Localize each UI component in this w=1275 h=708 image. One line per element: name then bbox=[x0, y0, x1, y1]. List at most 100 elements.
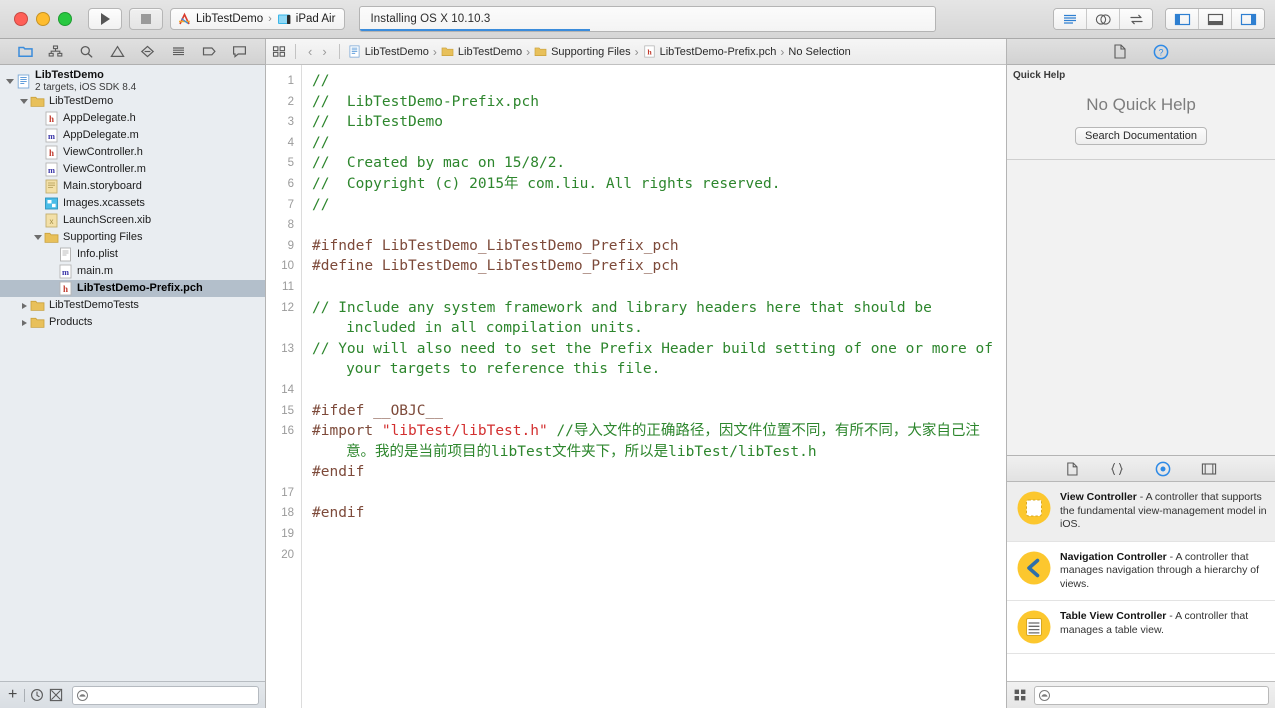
version-editor-icon bbox=[1129, 14, 1143, 24]
maximize-window-button[interactable] bbox=[58, 12, 72, 26]
scheme-selector[interactable]: LibTestDemo › iPad Air bbox=[170, 8, 346, 30]
toggle-debug-area-button[interactable] bbox=[1199, 9, 1232, 29]
sidebar-item-issue-navigator[interactable] bbox=[106, 43, 128, 61]
breadcrumb-separator: › bbox=[780, 44, 785, 59]
code-token-preprocessor: #import bbox=[312, 423, 382, 440]
tree-row[interactable]: Info.plist bbox=[0, 246, 265, 263]
sidebar-item-symbol-navigator[interactable] bbox=[45, 43, 67, 61]
disclosure-triangle-icon[interactable] bbox=[4, 78, 16, 84]
code-line: #define LibTestDemo_LibTestDemo_Prefix_p… bbox=[312, 256, 1006, 277]
tab-media-library[interactable] bbox=[1201, 462, 1217, 476]
search-documentation-button[interactable]: Search Documentation bbox=[1075, 127, 1207, 145]
tree-row[interactable]: Main.storyboard bbox=[0, 178, 265, 195]
project-navigator-tree[interactable]: LibTestDemo 2 targets, iOS SDK 8.4 LibTest… bbox=[0, 65, 265, 681]
tree-row-project[interactable]: LibTestDemo 2 targets, iOS SDK 8.4 bbox=[0, 69, 265, 93]
library-item-name: View Controller bbox=[1060, 491, 1137, 503]
xib-icon: x bbox=[44, 213, 59, 228]
divider bbox=[24, 688, 26, 702]
tree-row[interactable]: m main.m bbox=[0, 263, 265, 280]
toggle-navigator-button[interactable] bbox=[1166, 9, 1199, 29]
version-editor-button[interactable] bbox=[1120, 9, 1152, 29]
disclosure-triangle-icon[interactable] bbox=[18, 319, 30, 326]
breadcrumb-item[interactable]: h LibTestDemo-Prefix.pch bbox=[643, 45, 776, 58]
sidebar-item-project-navigator[interactable] bbox=[14, 43, 36, 61]
svg-text:m: m bbox=[48, 132, 55, 141]
minimize-window-button[interactable] bbox=[36, 12, 50, 26]
toggle-utilities-button[interactable] bbox=[1232, 9, 1264, 29]
tab-file-template-library[interactable] bbox=[1066, 461, 1079, 476]
breadcrumb-item[interactable]: LibTestDemo bbox=[441, 45, 522, 58]
breadcrumb-item[interactable]: No Selection bbox=[788, 46, 850, 58]
sidebar-item-report-navigator[interactable] bbox=[229, 43, 251, 61]
line-number: 15 bbox=[281, 404, 294, 417]
recent-files-filter-button[interactable] bbox=[30, 688, 44, 702]
disclosure-triangle-icon[interactable] bbox=[18, 99, 30, 104]
source-file-icon: m bbox=[44, 128, 59, 143]
assistant-editor-icon bbox=[1095, 13, 1111, 25]
tab-quick-help-inspector[interactable]: ? bbox=[1153, 44, 1169, 60]
tab-code-snippet-library[interactable] bbox=[1109, 462, 1125, 476]
breadcrumb-item[interactable]: LibTestDemo bbox=[348, 45, 429, 58]
sidebar-item-find-navigator[interactable] bbox=[76, 43, 98, 61]
navigator-filter-field[interactable] bbox=[72, 685, 259, 705]
diamond-icon bbox=[141, 45, 155, 58]
go-back-button[interactable]: ‹ bbox=[304, 44, 316, 59]
standard-editor-button[interactable] bbox=[1054, 9, 1087, 29]
library-view-mode-button[interactable] bbox=[1013, 688, 1027, 702]
navigator-bottom-bar: + bbox=[0, 681, 265, 708]
sidebar-item-test-navigator[interactable] bbox=[137, 43, 159, 61]
code-content[interactable]: // // LibTestDemo-Prefix.pch // LibTestDem… bbox=[302, 65, 1006, 708]
breadcrumb[interactable]: LibTestDemo › LibTestDemo › Supporting Files… bbox=[348, 45, 851, 59]
grid-icon bbox=[1014, 689, 1026, 701]
standard-editor-icon bbox=[1064, 14, 1076, 24]
sidebar-item-breakpoint-navigator[interactable] bbox=[198, 43, 220, 61]
hierarchy-icon bbox=[49, 45, 63, 57]
tree-row[interactable]: h LibTestDemo-Prefix.pch bbox=[0, 280, 265, 297]
related-items-button[interactable] bbox=[272, 45, 287, 58]
tree-row[interactable]: x LaunchScreen.xib bbox=[0, 212, 265, 229]
folder-icon bbox=[534, 45, 547, 58]
add-file-button[interactable]: + bbox=[6, 687, 19, 703]
source-control-icon bbox=[50, 688, 63, 702]
library-filter-field[interactable] bbox=[1034, 685, 1269, 705]
tree-row[interactable]: LibTestDemoTests bbox=[0, 297, 265, 314]
tree-row[interactable]: Images.xcassets bbox=[0, 195, 265, 212]
tree-row[interactable]: h ViewController.h bbox=[0, 144, 265, 161]
library-item[interactable]: Table View Controller - A controller tha… bbox=[1007, 601, 1275, 654]
tab-object-library[interactable] bbox=[1155, 461, 1171, 477]
folder-icon bbox=[30, 298, 45, 313]
tree-row-label: Info.plist bbox=[77, 248, 118, 260]
jump-bar: ‹ › LibTestDemo › LibTestDemo › Supporting F… bbox=[266, 39, 1006, 65]
plist-icon bbox=[58, 247, 73, 262]
source-code-editor[interactable]: 1 2 3 4 5 6 7 8 9 10 11 12 13 14 15 16 17 18 19 20 //// … bbox=[266, 65, 1006, 708]
breadcrumb-separator: › bbox=[526, 44, 531, 59]
disclosure-triangle-icon[interactable] bbox=[32, 235, 44, 240]
line-number-continuation bbox=[266, 462, 294, 483]
library-item-text: View Controller - A controller that supp… bbox=[1060, 491, 1267, 532]
tree-row[interactable]: m AppDelegate.m bbox=[0, 127, 265, 144]
sidebar-item-debug-navigator[interactable] bbox=[167, 43, 189, 61]
go-forward-button[interactable]: › bbox=[318, 44, 330, 59]
tree-row[interactable]: h AppDelegate.h bbox=[0, 110, 265, 127]
line-number: 3 bbox=[287, 116, 294, 129]
tree-row[interactable]: Products bbox=[0, 314, 265, 331]
breadcrumb-item[interactable]: Supporting Files bbox=[534, 45, 631, 58]
line-number: 19 bbox=[281, 528, 294, 541]
code-token-comment: // bbox=[312, 73, 330, 89]
quick-help-message: No Quick Help bbox=[1086, 95, 1196, 114]
library-item[interactable]: View Controller - A controller that supp… bbox=[1007, 482, 1275, 542]
run-button[interactable] bbox=[88, 8, 122, 30]
object-library-list[interactable]: View Controller - A controller that supp… bbox=[1007, 482, 1275, 681]
assistant-editor-button[interactable] bbox=[1087, 9, 1120, 29]
source-control-filter-button[interactable] bbox=[49, 688, 63, 702]
close-window-button[interactable] bbox=[14, 12, 28, 26]
library-item[interactable]: Navigation Controller - A controller tha… bbox=[1007, 542, 1275, 601]
tree-row[interactable]: LibTestDemo bbox=[0, 93, 265, 110]
stop-button[interactable] bbox=[129, 8, 163, 30]
tree-row[interactable]: m ViewController.m bbox=[0, 161, 265, 178]
tree-row[interactable]: Supporting Files bbox=[0, 229, 265, 246]
tab-file-inspector[interactable] bbox=[1113, 44, 1127, 59]
disclosure-triangle-icon[interactable] bbox=[18, 302, 30, 309]
main-body: LibTestDemo 2 targets, iOS SDK 8.4 LibTest… bbox=[0, 39, 1275, 708]
